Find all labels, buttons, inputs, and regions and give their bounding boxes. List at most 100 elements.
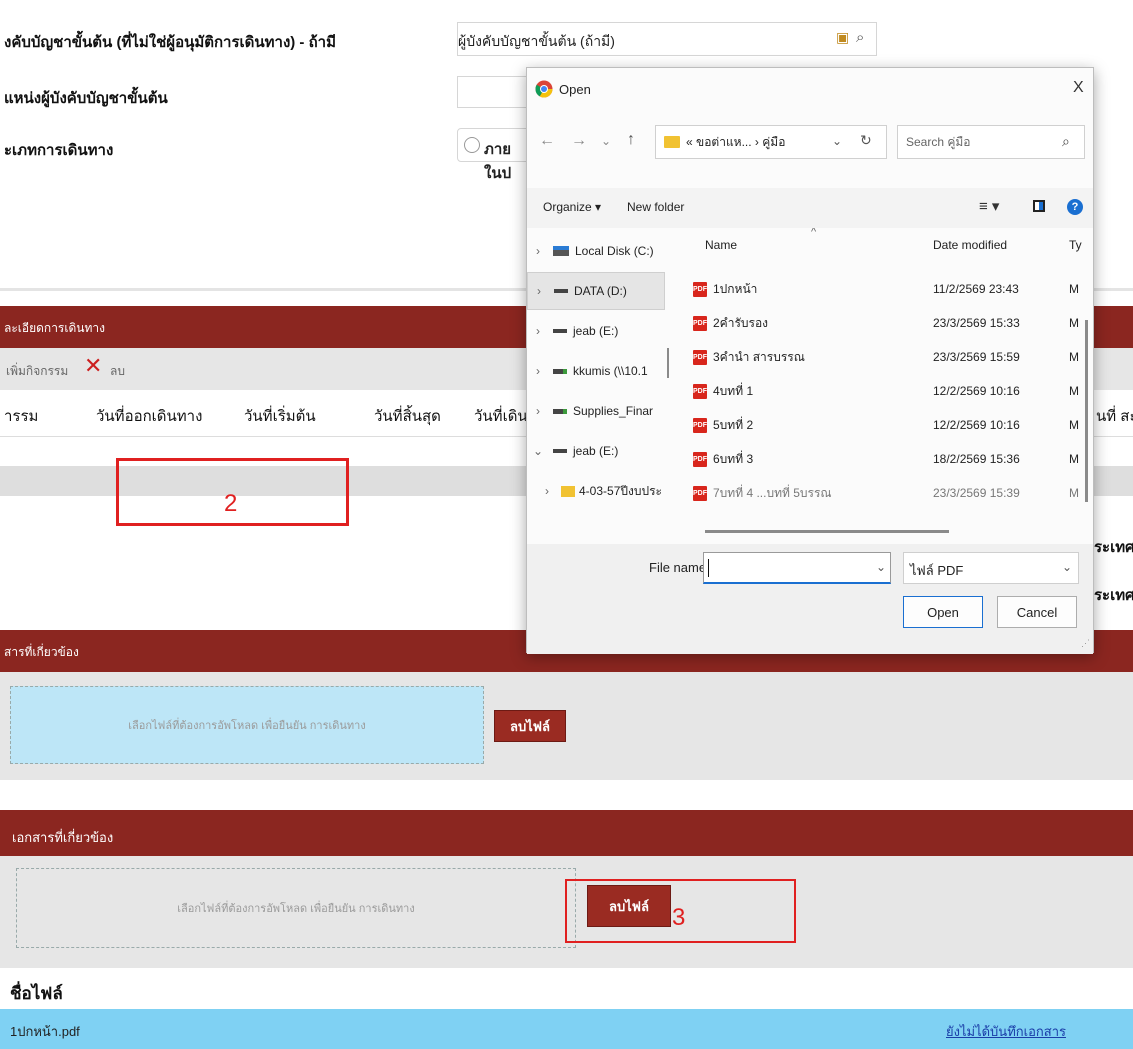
approver-label: งคับบัญชาขั้นต้น (ที่ไม่ใช่ผู้อนุมัติการ…	[4, 34, 336, 51]
file-type-value: ไฟล์ PDF	[910, 563, 964, 578]
file-date: 18/2/2569 15:36	[933, 452, 1020, 466]
file-list-hscroll[interactable]	[705, 530, 949, 533]
nav-expand-icon[interactable]: ›	[539, 484, 555, 498]
file-list-vscroll[interactable]	[1085, 320, 1088, 502]
file-date: 23/3/2569 15:33	[933, 316, 1020, 330]
related-docs-header-2: เอกสารที่เกี่ยวข้อง	[0, 810, 1133, 856]
network-drive-icon	[553, 408, 567, 414]
cancel-button[interactable]: Cancel	[997, 596, 1077, 628]
help-icon[interactable]: ?	[1067, 199, 1083, 215]
text-caret	[708, 559, 709, 577]
file-row[interactable]: PDF 5บทที่ 2 12/2/2569 10:16 M	[673, 410, 1083, 440]
new-folder-button[interactable]: New folder	[627, 200, 684, 214]
delete-x-icon[interactable]: ✕	[84, 356, 102, 378]
nav-item-label: Supplies_Finar	[573, 404, 654, 418]
annotation-label-2: 2	[224, 490, 238, 517]
resize-grip-icon[interactable]: ⋰	[1081, 638, 1090, 649]
dropzone-2[interactable]: เลือกไฟล์ที่ต้องการอัพโหลด เพื่อยืนยัน ก…	[16, 868, 576, 948]
nav-item-local-disk[interactable]: › Local Disk (C:)	[527, 232, 665, 270]
nav-item-data-d[interactable]: › DATA (D:)	[527, 272, 665, 310]
dialog-close-button[interactable]: X	[1073, 79, 1084, 97]
trip-type-group[interactable]: ภายในป	[457, 128, 537, 182]
nav-expand-icon[interactable]: ›	[527, 244, 549, 258]
file-name: 3คำนำ สารบรรณ	[713, 349, 805, 364]
open-button[interactable]: Open	[903, 596, 983, 628]
nav-item-label: DATA (D:)	[574, 284, 627, 298]
nav-expand-icon[interactable]: ›	[527, 324, 549, 338]
folder-icon	[561, 485, 575, 497]
nav-item-kkumis[interactable]: › kkumis (\\10.1	[527, 352, 665, 390]
domestic-radio[interactable]	[464, 137, 480, 153]
position-field[interactable]	[457, 76, 537, 108]
file-row[interactable]: PDF 2คำรับรอง 23/3/2569 15:33 M	[673, 308, 1083, 338]
file-row[interactable]: PDF 1ปกหน้า 11/2/2569 23:43 M	[673, 274, 1083, 304]
refresh-icon[interactable]: ↻	[860, 132, 872, 149]
file-type: M	[1069, 418, 1079, 432]
trip-type-label: ะเภทการเดินทาง	[4, 142, 114, 159]
open-file-dialog: Open X ← → ⌄ ↑ « ขอต่าแห... › คู่มือ ⌄ ↻…	[526, 67, 1094, 654]
position-label: แหน่งผู้บังคับบัญชาขั้นต้น	[4, 90, 168, 107]
nav-scrollbar[interactable]	[667, 348, 669, 378]
nav-item-folder[interactable]: › 4-03-57ปีงบประ	[527, 472, 665, 510]
col-departure-date: วันที่ออกเดินทาง	[96, 408, 203, 425]
folder-icon	[664, 136, 680, 148]
search-placeholder: Search คู่มือ	[906, 134, 971, 149]
file-list: Name ^ Date modified Ty PDF 1ปกหน้า 11/2…	[673, 228, 1093, 544]
recent-dropdown-icon[interactable]: ⌄	[601, 134, 611, 148]
search-magnifier-icon[interactable]: ⌕	[1062, 133, 1070, 150]
nav-expand-icon[interactable]: ›	[528, 284, 550, 298]
address-dropdown-icon[interactable]: ⌄	[832, 134, 842, 148]
delete-file-button-1[interactable]: ลบไฟล์	[494, 710, 566, 742]
sort-caret-icon: ^	[811, 228, 817, 238]
file-row[interactable]: PDF 7บทที่ 4 ...บทที่ 5บรรณ 23/3/2569 15…	[673, 478, 1083, 508]
file-type-select[interactable]: ไฟล์ PDF ⌄	[903, 552, 1079, 584]
back-arrow-icon[interactable]: ←	[539, 132, 555, 150]
pdf-file-icon: PDF	[693, 417, 707, 433]
file-row[interactable]: PDF 3คำนำ สารบรรณ 23/3/2569 15:59 M	[673, 342, 1083, 372]
file-status-link[interactable]: ยังไม่ได้บันทึกเอกสาร	[946, 1021, 1066, 1042]
nav-item-supplies[interactable]: › Supplies_Finar	[527, 392, 665, 430]
nav-item-jeab-e[interactable]: › jeab (E:)	[527, 312, 665, 350]
up-arrow-icon[interactable]: ↑	[627, 131, 635, 149]
right-label-1: ระเทศ	[1094, 539, 1133, 556]
nav-expand-icon[interactable]: ›	[527, 404, 549, 418]
file-date: 12/2/2569 10:16	[933, 384, 1020, 398]
search-icon[interactable]: ⌕	[856, 28, 864, 46]
nav-expand-icon[interactable]: ›	[527, 364, 549, 378]
dialog-titlebar: Open X	[527, 68, 1093, 110]
preview-pane-icon[interactable]	[1033, 200, 1045, 212]
file-type-dropdown-icon[interactable]: ⌄	[1062, 560, 1072, 574]
address-bar[interactable]: « ขอต่าแห... › คู่มือ ⌄ ↻	[655, 125, 887, 159]
delete-activity-button[interactable]: ลบ	[110, 362, 125, 381]
forward-arrow-icon[interactable]: →	[571, 132, 587, 150]
view-options-icon[interactable]: ≡ ▾	[979, 197, 999, 215]
file-row[interactable]: PDF 4บทที่ 1 12/2/2569 10:16 M	[673, 376, 1083, 406]
approver-field[interactable]: ผู้บังคับบัญชาขั้นต้น (ถ้ามี) ▣ ⌕	[457, 22, 877, 56]
col-end-date: วันที่สิ้นสุด	[374, 408, 441, 425]
filename-dropdown-icon[interactable]: ⌄	[876, 560, 886, 574]
drive-c-icon	[553, 246, 569, 256]
file-row[interactable]: PDF 6บทที่ 3 18/2/2569 15:36 M	[673, 444, 1083, 474]
dropzone-1[interactable]: เลือกไฟล์ที่ต้องการอัพโหลด เพื่อยืนยัน ก…	[10, 686, 484, 764]
file-type: M	[1069, 282, 1079, 296]
organize-button[interactable]: Organize ▾	[543, 200, 601, 214]
col-extra: นที่ สะ	[1096, 408, 1133, 425]
col-date-header[interactable]: Date modified	[933, 238, 1007, 252]
nav-collapse-icon[interactable]: ⌄	[527, 444, 549, 458]
network-drive-icon	[553, 368, 567, 374]
file-name: 1ปกหน้า	[713, 281, 758, 296]
lookup-icon[interactable]: ▣	[836, 30, 849, 46]
address-path: « ขอต่าแห... › คู่มือ	[686, 134, 786, 149]
search-box[interactable]: Search คู่มือ ⌕	[897, 125, 1085, 159]
file-row: 1ปกหน้า.pdf ยังไม่ได้บันทึกเอกสาร	[0, 1009, 1133, 1049]
file-type: M	[1069, 350, 1079, 364]
nav-item-jeab-e-expanded[interactable]: ⌄ jeab (E:)	[527, 432, 665, 470]
col-type-header[interactable]: Ty	[1069, 238, 1082, 252]
add-activity-button[interactable]: เพิ่มกิจกรรม	[6, 362, 68, 381]
col-name-header[interactable]: Name	[705, 238, 737, 252]
file-date: 12/2/2569 10:16	[933, 418, 1020, 432]
nav-item-label: jeab (E:)	[573, 324, 619, 338]
nav-item-label: jeab (E:)	[573, 444, 619, 458]
navigation-pane: › Local Disk (C:) › DATA (D:) › jeab (E:…	[527, 228, 667, 544]
filename-input[interactable]: ⌄	[703, 552, 891, 584]
